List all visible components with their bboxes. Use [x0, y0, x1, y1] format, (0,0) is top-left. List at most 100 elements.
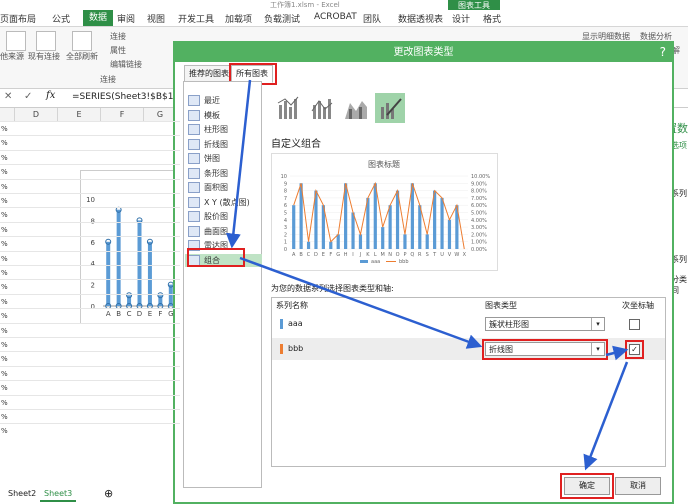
function-icon[interactable]: fx: [46, 90, 55, 101]
row-cell[interactable]: %: [1, 341, 8, 349]
chart-type-item[interactable]: 面积图: [188, 181, 228, 194]
y-tick-label: 7: [284, 196, 287, 202]
row-cell[interactable]: %: [1, 427, 8, 435]
connections-group-label: 连接: [100, 75, 116, 84]
series-row-aaa[interactable]: aaa 簇状柱形图 ▾: [272, 314, 665, 336]
confirm-icon[interactable]: ✓: [24, 91, 32, 102]
row-cell[interactable]: %: [1, 312, 8, 320]
row-cell[interactable]: %: [1, 226, 8, 234]
row-cell[interactable]: %: [1, 139, 8, 147]
x-tick-label: A: [292, 252, 296, 258]
ribbon-tab[interactable]: 设计: [452, 12, 470, 25]
grid-row-line: [0, 394, 180, 396]
row-cell[interactable]: %: [1, 240, 8, 248]
grid-row-line: [0, 409, 180, 410]
bar: [116, 209, 121, 306]
y2-tick-label: 4.00%: [471, 218, 487, 224]
add-sheet-icon[interactable]: ⊕: [100, 487, 117, 500]
ribbon-tab[interactable]: 公式: [52, 12, 70, 25]
ribbon-tab[interactable]: 数据: [83, 10, 114, 26]
x-tick-label: K: [366, 252, 370, 258]
properties-link[interactable]: 属性: [110, 45, 126, 56]
chart-type-item[interactable]: 股价图: [188, 210, 228, 223]
refresh-all-icon[interactable]: [72, 31, 92, 51]
chart-preview-plot: 图表标题 01 2345 678 910 0.00%1.00% 2.00%3.00%4.00…: [281, 159, 491, 265]
column-header[interactable]: E: [58, 108, 101, 121]
ribbon-tab[interactable]: 视图: [147, 12, 165, 25]
ribbon-tab[interactable]: 页面布局: [0, 12, 36, 25]
ribbon-tab[interactable]: 数据透视表: [398, 12, 443, 25]
existing-connection-icon[interactable]: [36, 31, 56, 51]
bar: [418, 205, 422, 249]
row-cell[interactable]: %: [1, 283, 8, 291]
formula-input[interactable]: =SERIES(Sheet3!$B$1,S: [72, 92, 182, 102]
combo-thumb-custom-icon[interactable]: [375, 93, 405, 123]
ribbon-tab[interactable]: 格式: [483, 12, 501, 25]
chart-type-select-aaa[interactable]: 簇状柱形图 ▾: [485, 317, 605, 331]
x-tick-label: E: [148, 310, 152, 318]
corner-cell[interactable]: [0, 108, 15, 121]
help-icon[interactable]: ?: [660, 43, 666, 62]
row-cell[interactable]: %: [1, 298, 8, 306]
row-cell[interactable]: %: [1, 384, 8, 392]
edit-links-link[interactable]: 编辑链接: [110, 59, 142, 70]
chart-type-item[interactable]: 折线图: [188, 138, 228, 151]
combo-thumb-secondary-line-icon[interactable]: [307, 93, 337, 123]
other-source-icon[interactable]: [6, 31, 26, 51]
y-tick-label: 9: [284, 181, 287, 187]
ribbon-tab[interactable]: 负载测试: [264, 12, 300, 25]
chart-type-icon: [188, 211, 200, 222]
row-cell[interactable]: %: [1, 355, 8, 363]
combo-thumb-area-icon[interactable]: [341, 93, 371, 123]
chart-type-item[interactable]: 模板: [188, 109, 220, 122]
ribbon-tab[interactable]: 审阅: [117, 12, 135, 25]
bar: [403, 234, 407, 249]
legend-label: aaa: [371, 259, 380, 265]
row-cell[interactable]: %: [1, 269, 8, 277]
sheet-tab-sheet2[interactable]: Sheet2: [4, 487, 40, 500]
row-cell[interactable]: %: [1, 125, 8, 133]
series-prompt: 为您的数据系列选择图表类型和轴:: [271, 284, 394, 293]
chart-type-item[interactable]: X Y (散点图): [188, 196, 250, 209]
row-cell[interactable]: %: [1, 327, 8, 335]
x-tick-label: E: [322, 252, 325, 258]
chart-type-item[interactable]: 条形图: [188, 167, 228, 180]
row-cell[interactable]: %: [1, 413, 8, 421]
ribbon-tab[interactable]: 加载项: [225, 12, 252, 25]
chart-type-label: 模板: [204, 110, 220, 120]
y-tick-label: 5: [284, 211, 287, 217]
chart-type-icon: [188, 225, 200, 237]
col-chart-type: 图表类型: [485, 301, 517, 310]
row-cell[interactable]: %: [1, 197, 8, 205]
chart-type-item[interactable]: 最近: [188, 94, 220, 107]
dialog-title: 更改图表类型: [175, 43, 672, 62]
column-header[interactable]: D: [15, 108, 58, 121]
x-tick-label: B: [116, 310, 121, 318]
ribbon-tab[interactable]: 开发工具: [178, 12, 214, 25]
row-cell[interactable]: %: [1, 255, 8, 263]
cancel-button[interactable]: 取消: [615, 477, 661, 495]
row-cell[interactable]: %: [1, 211, 8, 219]
row-cell[interactable]: %: [1, 183, 8, 191]
cancel-icon[interactable]: ✕: [4, 91, 12, 102]
chart-type-item[interactable]: 柱形图: [188, 123, 228, 136]
secondary-axis-checkbox-aaa[interactable]: [629, 319, 640, 330]
chart-type-label: 折线图: [204, 139, 228, 149]
connections-link[interactable]: 连接: [110, 31, 126, 42]
ribbon-tab[interactable]: 团队: [363, 12, 381, 25]
chart-type-item[interactable]: 饼图: [188, 152, 220, 165]
ribbon-tab[interactable]: ACROBAT: [314, 12, 357, 22]
row-cell[interactable]: %: [1, 168, 8, 176]
y-tick-label: 0: [91, 303, 95, 311]
chart-type-icon: [188, 196, 200, 208]
grid-row-line: [0, 135, 180, 137]
row-cell[interactable]: %: [1, 370, 8, 378]
chart-type-item[interactable]: 曲面图: [188, 225, 228, 238]
bar: [373, 183, 377, 249]
grid-row-line: [0, 193, 180, 194]
x-tick-label: G: [336, 252, 340, 258]
row-cell[interactable]: %: [1, 154, 8, 162]
row-cell[interactable]: %: [1, 399, 8, 407]
column-header[interactable]: F: [101, 108, 144, 121]
combo-thumb-clustered-line-icon[interactable]: [273, 93, 303, 123]
